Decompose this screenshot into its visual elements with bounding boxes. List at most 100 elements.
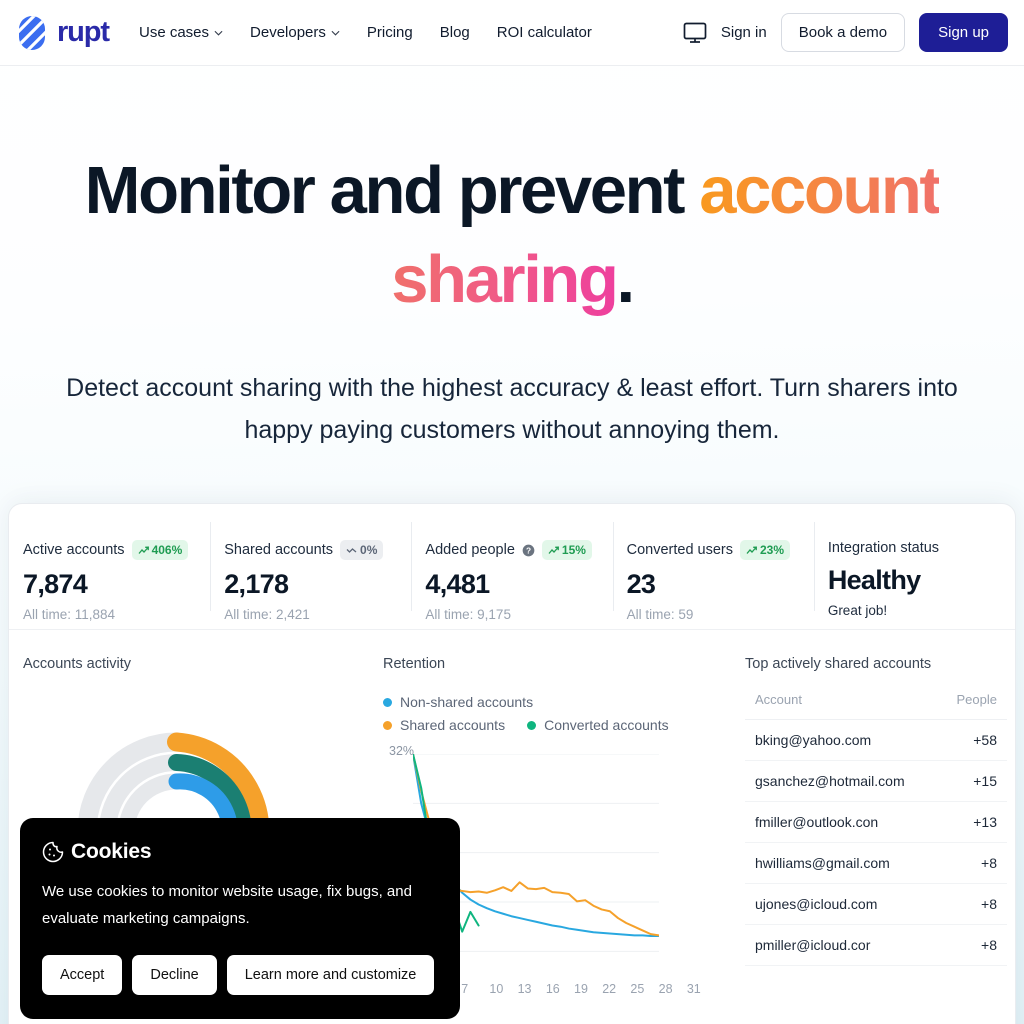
nav-item-use-cases[interactable]: Use cases xyxy=(139,24,223,41)
table-header: Account People xyxy=(745,692,1007,720)
cell-people: +58 xyxy=(938,719,1007,761)
accept-cookies-button[interactable]: Accept xyxy=(42,955,123,996)
stat-label: Integration status xyxy=(827,540,940,556)
headline-period: . xyxy=(616,242,635,318)
status-badge: 15% xyxy=(541,540,592,560)
table-row[interactable]: gsanchez@hotmail.com +15 xyxy=(745,760,1007,802)
nav-item-label: Developers xyxy=(250,24,326,41)
nav-item-pricing[interactable]: Pricing xyxy=(367,24,413,41)
x-tick: 28 xyxy=(658,982,673,996)
nav-actions: Sign in Book a demo Sign up xyxy=(683,13,1008,52)
legend-dot-icon xyxy=(383,697,392,707)
stat-header: Active accounts 406% xyxy=(23,540,190,560)
decline-cookies-button[interactable]: Decline xyxy=(132,955,217,996)
nav-item-label: Pricing xyxy=(366,24,413,41)
chevron-down-icon xyxy=(331,30,340,36)
brand-logo[interactable]: rupt xyxy=(14,15,110,50)
stat-subtext: Great job! xyxy=(827,603,888,618)
learn-more-cookies-button[interactable]: Learn more and customize xyxy=(226,955,435,996)
hero-subheadline: Detect account sharing with the highest … xyxy=(66,374,958,444)
legend-dot-icon xyxy=(383,720,392,730)
cookie-consent-banner: Cookies We use cookies to monitor websit… xyxy=(20,818,460,1020)
cell-people: +8 xyxy=(938,924,1007,966)
table-row[interactable]: hwilliams@gmail.com +8 xyxy=(745,842,1007,884)
cookie-icon xyxy=(42,841,64,863)
stat-value: 23 xyxy=(626,569,656,599)
cell-account: pmiller@icloud.cor xyxy=(745,924,939,966)
legend-label: Shared accounts xyxy=(400,717,506,733)
stat-shared-accounts: Shared accounts 0% 2,178 All time: 2,421 xyxy=(210,504,411,629)
panel-title: Top actively shared accounts xyxy=(745,656,932,672)
y-axis-tick-label: 32% xyxy=(389,744,415,758)
stat-label: Converted users xyxy=(626,542,733,558)
page-title: Monitor and prevent account sharing. xyxy=(40,146,984,324)
panel-top-shared-accounts: Top actively shared accounts Account Peo… xyxy=(737,656,1015,1024)
trend-up-icon xyxy=(138,546,149,554)
stat-pill-label: 23% xyxy=(760,543,785,557)
cell-account: fmiller@outlook.con xyxy=(745,801,939,843)
legend-dot-icon xyxy=(527,720,537,730)
status-badge: 0% xyxy=(340,540,384,560)
x-tick: 7 xyxy=(461,982,469,996)
help-icon[interactable]: ? xyxy=(522,544,535,557)
nav-item-blog[interactable]: Blog xyxy=(440,24,470,41)
nav-item-label: Use cases xyxy=(138,24,210,41)
nav-links: Use cases Developers Pricing Blog ROI ca… xyxy=(139,24,592,41)
nav-item-label: Blog xyxy=(439,24,470,41)
book-a-demo-button[interactable]: Book a demo xyxy=(780,13,906,52)
cell-account: bking@yahoo.com xyxy=(745,719,939,761)
x-tick: 19 xyxy=(574,982,588,996)
stat-label: Added people xyxy=(425,542,515,558)
stat-integration-status: Integration status Healthy Great job! xyxy=(813,504,1015,629)
table-row[interactable]: pmiller@icloud.cor +8 xyxy=(745,924,1007,966)
rupt-logo-icon xyxy=(19,15,45,50)
table-row[interactable]: ujones@icloud.com +8 xyxy=(745,883,1007,925)
legend-label: Non-shared accounts xyxy=(400,694,534,710)
stat-subtext: All time: 9,175 xyxy=(425,607,511,622)
stat-converted-users: Converted users 23% 23 All time: 59 xyxy=(612,504,814,629)
trend-up-icon xyxy=(746,546,757,554)
legend-item-converted[interactable]: Converted accounts xyxy=(527,717,669,733)
stat-header: Converted users 23% xyxy=(627,540,794,560)
column-header-people: People xyxy=(938,692,1007,720)
stat-value: Healthy xyxy=(827,565,921,595)
x-tick: 22 xyxy=(602,982,617,996)
status-badge: 406% xyxy=(131,540,189,560)
stat-added-people: Added people ? 15% 4,481 All time: 9,175 xyxy=(411,504,612,629)
legend-label: Converted accounts xyxy=(544,717,669,733)
nav-item-label: ROI calculator xyxy=(496,24,592,41)
stat-value: 7,874 xyxy=(23,569,88,599)
column-header-account: Account xyxy=(745,692,939,720)
chart-legend: Non-shared accounts Shared accounts Conv… xyxy=(383,694,673,733)
nav-item-developers[interactable]: Developers xyxy=(250,24,340,41)
monitor-icon[interactable] xyxy=(683,22,707,44)
cookie-banner-title: Cookies xyxy=(71,840,152,863)
legend-item-shared[interactable]: Shared accounts xyxy=(383,717,505,733)
sign-up-button[interactable]: Sign up xyxy=(919,13,1008,52)
stat-value: 4,481 xyxy=(425,569,490,599)
stats-row: Active accounts 406% 7,874 All time: 11,… xyxy=(9,504,1015,630)
stat-subtext: All time: 2,421 xyxy=(224,607,310,622)
stat-label: Shared accounts xyxy=(224,542,334,558)
stat-header: Shared accounts 0% xyxy=(224,540,391,560)
stat-pill-label: 0% xyxy=(360,543,378,557)
panel-title: Accounts activity xyxy=(23,656,131,672)
sign-in-link[interactable]: Sign in xyxy=(721,24,767,41)
table-row[interactable]: fmiller@outlook.con +13 xyxy=(745,801,1007,843)
nav-item-roi-calculator[interactable]: ROI calculator xyxy=(497,24,592,41)
cell-people: +15 xyxy=(938,760,1007,802)
legend-item-non-shared[interactable]: Non-shared accounts xyxy=(383,694,533,710)
cell-people: +8 xyxy=(938,883,1007,925)
status-badge: 23% xyxy=(740,540,791,560)
trend-flat-icon xyxy=(346,547,357,553)
x-tick: 13 xyxy=(517,982,532,996)
stat-subtext: All time: 59 xyxy=(626,607,694,622)
stat-subtext: All time: 11,884 xyxy=(23,607,116,622)
svg-text:?: ? xyxy=(526,545,531,555)
cookie-banner-actions: Accept Decline Learn more and customize xyxy=(42,955,438,996)
cell-account: ujones@icloud.com xyxy=(745,883,939,925)
cell-people: +8 xyxy=(938,842,1007,884)
cell-people: +13 xyxy=(938,801,1007,843)
stat-header: Added people ? 15% xyxy=(425,540,592,560)
table-row[interactable]: bking@yahoo.com +58 xyxy=(745,719,1007,761)
